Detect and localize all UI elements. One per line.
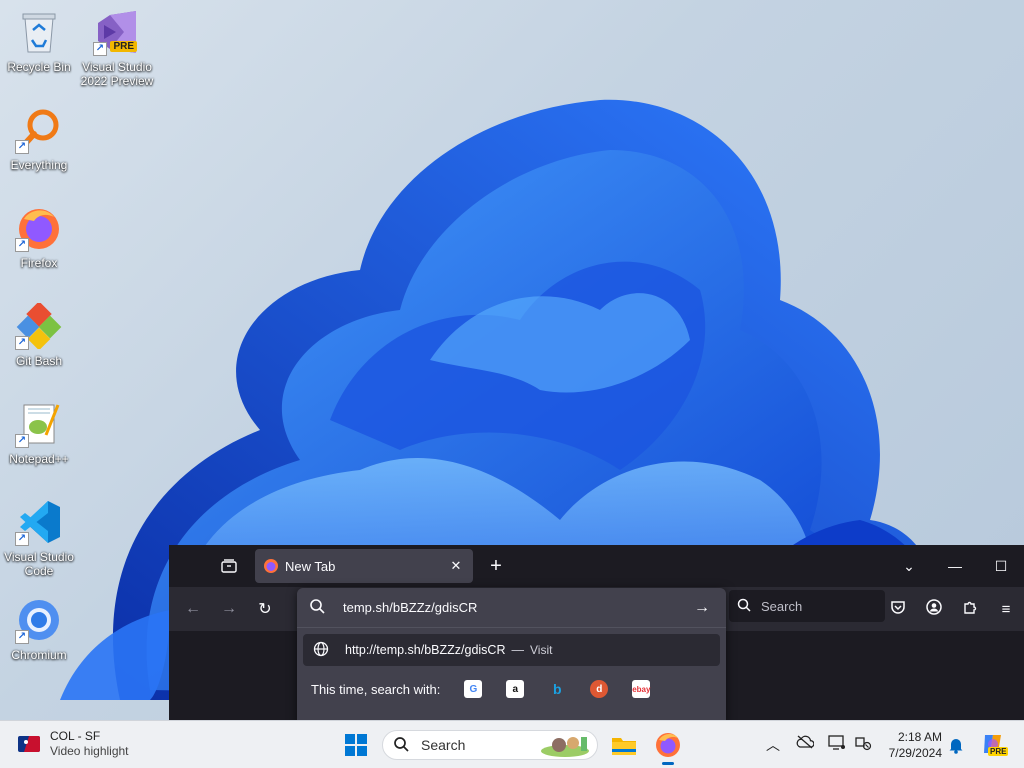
urlbar-dropdown: temp.sh/bBZZz/gdisCR → http://temp.sh/bB…: [297, 588, 726, 720]
pocket-icon[interactable]: [880, 599, 916, 619]
network-disconnected-icon[interactable]: [854, 735, 872, 754]
search-placeholder: Search: [761, 598, 803, 614]
amazon-icon[interactable]: a: [506, 680, 525, 698]
desktop-icon-visual-studio-preview[interactable]: PRE ↗ Visual Studio 2022 Preview: [79, 8, 155, 88]
shortcut-arrow-icon: ↗: [15, 532, 29, 546]
taskbar: COL - SF Video highlight Search ︿ 2:18 A…: [0, 720, 1024, 768]
go-arrow-icon[interactable]: →: [694, 599, 714, 617]
globe-icon: [313, 641, 331, 660]
desktop-icon-vscode[interactable]: ↗ Visual Studio Code: [1, 498, 77, 578]
one-off-search-row: This time, search with: G a b d ebay: [297, 680, 726, 698]
widget-news[interactable]: COL - SF Video highlight: [18, 729, 129, 759]
desktop-icon-chromium[interactable]: ↗ Chromium: [1, 596, 77, 662]
system-clock[interactable]: 2:18 AM 7/29/2024: [880, 729, 942, 761]
desktop-icon-firefox[interactable]: ↗ Firefox: [1, 204, 77, 270]
google-icon[interactable]: G: [464, 680, 483, 698]
everything-search-icon: ↗: [15, 106, 63, 154]
notepad-plus-plus-icon: ↗: [15, 400, 63, 448]
shortcut-arrow-icon: ↗: [15, 238, 29, 252]
suggestion-separator: —: [511, 643, 524, 657]
clock-time: 2:18 AM: [897, 730, 942, 744]
copilot-pre-badge: PRE: [988, 747, 1009, 756]
onedrive-offline-icon[interactable]: [796, 735, 815, 752]
account-icon[interactable]: [916, 599, 952, 619]
ebay-icon[interactable]: ebay: [632, 680, 650, 698]
toolbar-right: ≡: [880, 587, 1024, 631]
desktop-icon-label: Firefox: [20, 256, 58, 270]
minimize-icon[interactable]: —: [932, 558, 978, 574]
tab-new-tab[interactable]: New Tab ✕: [255, 549, 473, 583]
firefox-window: New Tab ✕ + ⌄ — ☐ ← → ↻ Search ≡ temp.sh…: [169, 545, 1024, 720]
tab-bar: New Tab ✕ + ⌄ — ☐: [169, 545, 1024, 587]
desktop-icon-label: Visual Studio Code: [4, 550, 74, 578]
shortcut-arrow-icon: ↗: [15, 630, 29, 644]
preview-badge: PRE: [110, 41, 137, 52]
url-suggestion-row[interactable]: http://temp.sh/bBZZz/gdisCR — Visit: [303, 634, 720, 666]
bing-icon[interactable]: b: [548, 680, 566, 698]
desktop-icon-label: Everything: [10, 158, 68, 172]
tab-list-icon[interactable]: [211, 551, 247, 581]
url-input-text: temp.sh/bBZZz/gdisCR: [343, 600, 478, 615]
forward-icon[interactable]: →: [211, 600, 247, 618]
desktop-icon-label: Visual Studio 2022 Preview: [80, 60, 154, 88]
vscode-icon: ↗: [15, 498, 63, 546]
duckduckgo-icon[interactable]: d: [590, 680, 609, 698]
copilot-icon[interactable]: PRE: [980, 731, 1009, 760]
search-icon: [737, 598, 753, 615]
file-explorer-taskbar-button[interactable]: [608, 729, 640, 761]
shortcut-arrow-icon: ↗: [15, 336, 29, 350]
back-icon[interactable]: ←: [175, 600, 211, 618]
taskbar-search-box[interactable]: Search: [382, 730, 598, 760]
search-with-label: This time, search with:: [311, 681, 441, 697]
widget-title: COL - SF: [50, 729, 101, 743]
extensions-icon[interactable]: [952, 599, 988, 619]
search-bar[interactable]: Search: [729, 590, 885, 622]
visual-studio-preview-icon: PRE ↗: [93, 8, 141, 56]
menu-icon[interactable]: ≡: [988, 601, 1024, 618]
chromium-icon: ↗: [15, 596, 63, 644]
suggestion-action: Visit: [529, 643, 553, 657]
search-icon: [393, 736, 411, 755]
search-icon: [309, 598, 329, 617]
show-hidden-icons-chevron-icon[interactable]: ︿: [766, 735, 780, 755]
tab-title: New Tab: [285, 558, 336, 574]
widget-subtitle: Video highlight: [50, 744, 129, 758]
window-controls: ⌄ — ☐: [886, 545, 1024, 587]
display-icon[interactable]: [828, 735, 846, 754]
maximize-icon[interactable]: ☐: [978, 558, 1024, 575]
taskbar-search-label: Search: [421, 737, 466, 753]
mlb-logo-icon: [18, 736, 40, 752]
desktop-icon-everything[interactable]: ↗ Everything: [1, 106, 77, 172]
firefox-favicon-icon: [264, 559, 278, 573]
shortcut-arrow-icon: ↗: [15, 434, 29, 448]
reload-icon[interactable]: ↻: [247, 599, 283, 619]
new-tab-button[interactable]: +: [481, 555, 511, 578]
desktop-icon-notepad-plus-plus[interactable]: ↗ Notepad++: [1, 400, 77, 466]
firefox-taskbar-button[interactable]: [652, 729, 684, 765]
desktop-icon-label: Recycle Bin: [7, 60, 71, 74]
notification-bell-icon[interactable]: [948, 736, 964, 757]
desktop-icon-label: Chromium: [11, 648, 67, 662]
desktop-icon-label: Notepad++: [9, 452, 69, 466]
shortcut-arrow-icon: ↗: [93, 42, 107, 56]
suggestion-url: http://temp.sh/bBZZz/gdisCR: [345, 643, 506, 657]
recycle-bin-icon: [15, 8, 63, 56]
list-all-tabs-icon[interactable]: ⌄: [886, 558, 932, 575]
tab-close-icon[interactable]: ✕: [447, 558, 465, 574]
search-highlight-illustration-icon: [541, 737, 589, 757]
desktop-icon-git-bash[interactable]: ↗ Git Bash: [1, 302, 77, 368]
firefox-icon: ↗: [15, 204, 63, 252]
git-bash-icon: ↗: [15, 302, 63, 350]
active-app-indicator: [662, 762, 674, 765]
desktop-icon-recycle-bin[interactable]: Recycle Bin: [1, 8, 77, 74]
desktop-icon-label: Git Bash: [15, 354, 63, 368]
shortcut-arrow-icon: ↗: [15, 140, 29, 154]
start-windows-icon[interactable]: [344, 733, 368, 757]
clock-date: 7/29/2024: [888, 746, 942, 760]
url-input[interactable]: temp.sh/bBZZz/gdisCR →: [297, 588, 726, 628]
